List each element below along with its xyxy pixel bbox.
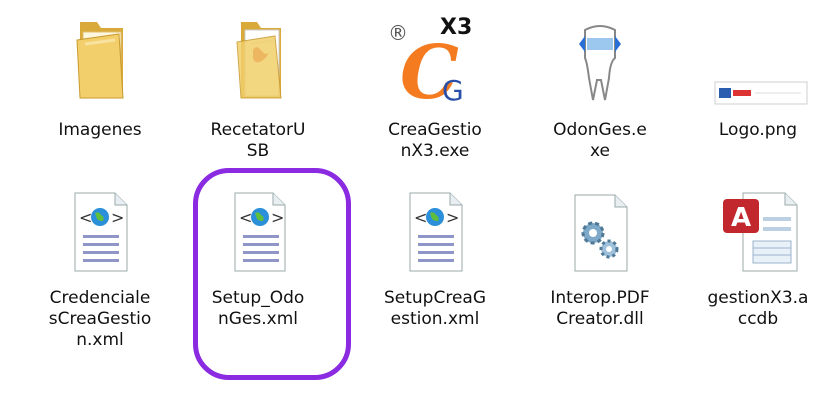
access-letter: A [731, 203, 751, 233]
file-item-imagenes[interactable]: Imagenes [35, 0, 165, 160]
file-name-label: Imagenes [58, 120, 142, 140]
file-item-logo-png[interactable]: Logo.png [693, 0, 823, 160]
file-name-label: SetupCreaG estion.xml [383, 288, 487, 329]
dll-gear-icon [535, 183, 665, 283]
svg-text:>: > [111, 208, 124, 227]
file-item-gestionx3-accdb[interactable]: A gestionX3.a ccdb [693, 183, 823, 383]
xml-file-icon: < > [370, 183, 500, 283]
file-name-label: Interop.PDF Creator.dll [550, 288, 650, 329]
access-db-icon: A [693, 183, 823, 283]
svg-text:<: < [79, 208, 92, 227]
selection-highlight-ring [193, 168, 351, 380]
file-name-label: CreaGestio nX3.exe [388, 120, 482, 161]
file-name-label: Logo.png [718, 120, 798, 140]
logo-superscript: X3 [440, 15, 472, 40]
file-item-setupcreagestion-xml[interactable]: < > SetupCreaG estion.xml [370, 183, 500, 383]
file-item-recetatorusb[interactable]: RecetatorU SB [193, 0, 323, 161]
svg-text:>: > [446, 208, 459, 227]
file-name-label: gestionX3.a ccdb [707, 288, 809, 329]
file-item-credenciales-xml[interactable]: < > Credenciale sCreaGestio n.xml [35, 183, 165, 383]
file-name-label: Credenciale sCreaGestio n.xml [48, 288, 152, 350]
folder-icon [35, 0, 165, 100]
file-item-creagestionx3[interactable]: ® C X3 G CreaGestio nX3.exe [370, 0, 500, 175]
file-item-interop-pdfcreator-dll[interactable]: Interop.PDF Creator.dll [535, 183, 665, 383]
file-item-odonges[interactable]: OdonGes.e xe [535, 0, 665, 175]
tooth-app-icon [535, 0, 665, 101]
creagestion-app-icon: ® C X3 G [370, 0, 500, 110]
file-name-label: OdonGes.e xe [553, 120, 647, 161]
xml-file-icon: < > [35, 183, 165, 283]
folder-pdf-icon [193, 0, 323, 100]
svg-text:<: < [414, 208, 427, 227]
image-thumbnail-icon [693, 0, 823, 105]
file-name-label: RecetatorU SB [210, 120, 306, 161]
logo-subscript: G [442, 74, 464, 107]
